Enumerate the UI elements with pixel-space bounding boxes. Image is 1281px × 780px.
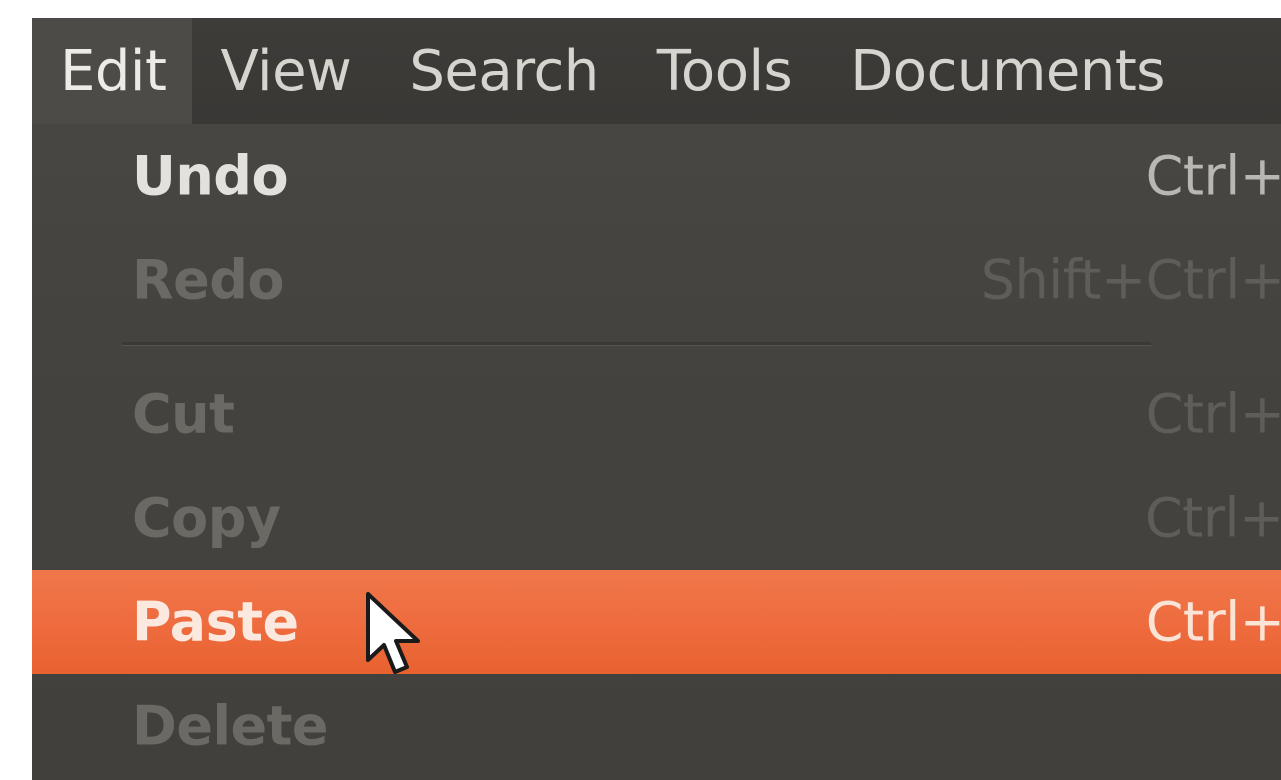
menu-item-shortcut: Shift+Ctrl+Z xyxy=(980,248,1281,312)
menu-item-shortcut: Ctrl+X xyxy=(1145,382,1281,446)
edit-menu-dropdown: Undo Ctrl+Z Redo Shift+Ctrl+Z Cut Ctrl+X… xyxy=(32,124,1281,780)
menu-item-cut: Cut Ctrl+X xyxy=(32,362,1281,466)
menu-item-label: Copy xyxy=(132,486,281,550)
menu-item-shortcut: Ctrl+C xyxy=(1144,486,1281,550)
menu-separator xyxy=(122,342,1151,346)
menu-item-label: Paste xyxy=(132,590,299,654)
mouse-pointer-icon xyxy=(366,592,420,674)
menu-item-shortcut: Ctrl+V xyxy=(1145,590,1281,654)
menubar-tools[interactable]: Tools xyxy=(629,18,822,124)
menu-item-label: Cut xyxy=(132,382,235,446)
menu-item-label: Undo xyxy=(132,144,289,208)
menu-item-undo[interactable]: Undo Ctrl+Z xyxy=(32,124,1281,228)
menu-item-copy: Copy Ctrl+C xyxy=(32,466,1281,570)
menu-item-redo: Redo Shift+Ctrl+Z xyxy=(32,228,1281,332)
menubar-documents[interactable]: Documents xyxy=(822,18,1195,124)
menubar-view[interactable]: View xyxy=(192,18,381,124)
app-window: Edit View Search Tools Documents Undo Ct… xyxy=(32,18,1281,780)
menubar-edit[interactable]: Edit xyxy=(32,18,193,124)
menu-item-label: Delete xyxy=(132,694,329,758)
menu-item-paste[interactable]: Paste Ctrl+V xyxy=(32,570,1281,674)
menu-item-delete: Delete xyxy=(32,674,1281,778)
menubar: Edit View Search Tools Documents xyxy=(32,18,1281,124)
menu-item-shortcut: Ctrl+Z xyxy=(1145,144,1281,208)
menubar-search[interactable]: Search xyxy=(381,18,628,124)
menu-item-label: Redo xyxy=(132,248,284,312)
